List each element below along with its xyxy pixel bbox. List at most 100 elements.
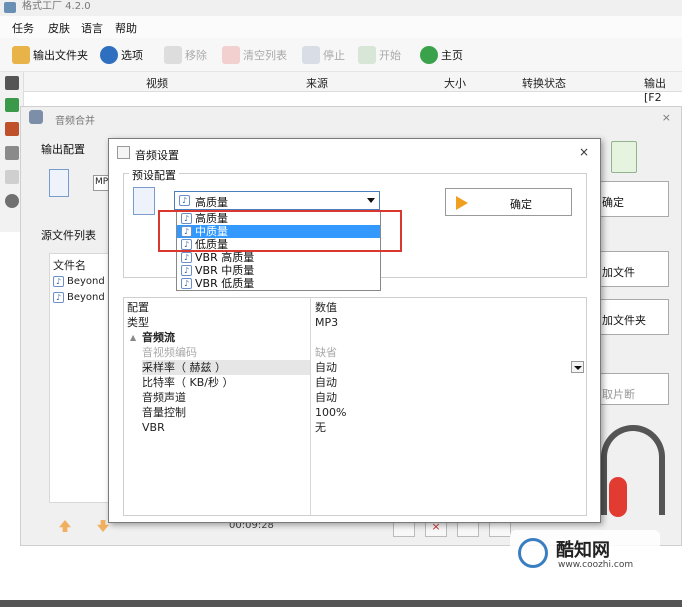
property-key: VBR — [142, 421, 165, 434]
home-button[interactable]: 主页 — [420, 44, 463, 66]
menu-help[interactable]: 帮助 — [115, 20, 137, 36]
dialog-ok-label: 确定 — [510, 198, 532, 211]
menu-task[interactable]: 任务 — [12, 20, 34, 36]
property-key: 音视频编码 — [142, 346, 197, 359]
options-button[interactable]: 选项 — [100, 44, 143, 66]
app-icon — [4, 2, 16, 13]
column-output[interactable]: 输出 [F2 — [644, 75, 682, 104]
window-title: 格式工厂 4.2.0 — [22, 1, 91, 12]
property-row-sample-rate[interactable]: 采样率（ 赫兹 ） 自动 — [124, 360, 586, 375]
music-file-icon: ♪ — [53, 276, 64, 287]
merge-ok-button[interactable]: 确定 — [593, 181, 669, 217]
close-icon[interactable]: × — [662, 111, 671, 124]
watermark-logo-icon — [518, 538, 548, 568]
menu-skin[interactable]: 皮肤 — [48, 20, 70, 36]
property-row-codec[interactable]: 音视频编码 缺省 — [124, 345, 586, 360]
options-label: 选项 — [121, 49, 143, 62]
dialog-ok-button[interactable]: 确定 — [445, 188, 572, 216]
tools-category-icon[interactable] — [5, 194, 19, 208]
remove-icon — [164, 46, 182, 64]
move-up-icon[interactable] — [59, 520, 71, 532]
menu-language[interactable]: 语言 — [81, 20, 103, 36]
preset-group-label: 预设配置 — [129, 167, 179, 183]
globe-icon — [420, 46, 438, 64]
preset-option-label: VBR 中质量 — [195, 263, 255, 277]
picture-category-icon[interactable] — [5, 122, 19, 136]
document-category-icon[interactable] — [5, 146, 19, 160]
remove-label: 移除 — [185, 49, 207, 62]
add-file-button[interactable]: 加文件 — [593, 251, 669, 287]
stop-button[interactable]: 停止 — [302, 44, 345, 66]
preset-option-label: VBR 高质量 — [195, 250, 255, 264]
category-label: 视频 — [146, 77, 168, 90]
preset-select[interactable]: ♪ 高质量 — [174, 191, 380, 210]
column-size[interactable]: 大小 — [444, 75, 466, 91]
add-folder-label: 加文件夹 — [602, 314, 646, 327]
audio-settings-dialog: 音频设置 × 预设配置 ♪ 高质量 ♪ 高质量 ♪ 中质量 ♪ 低质量 ♪ VB… — [108, 138, 601, 523]
grid-header-value: 数值 — [315, 301, 337, 314]
add-folder-button[interactable]: 加文件夹 — [593, 299, 669, 335]
stop-label: 停止 — [323, 49, 345, 62]
music-note-icon: ♪ — [181, 278, 192, 289]
start-button[interactable]: 开始 — [358, 44, 401, 66]
preset-option-vbr-low[interactable]: ♪ VBR 低质量 — [177, 277, 380, 290]
column-source[interactable]: 来源 — [306, 75, 328, 91]
merge-window-title: 音频合并 — [55, 116, 95, 127]
video-category-icon[interactable] — [5, 76, 19, 90]
property-key: 音量控制 — [142, 406, 186, 419]
property-value: 100% — [315, 406, 347, 419]
property-row-channels[interactable]: 音频声道 自动 — [124, 390, 586, 405]
output-folder-label: 输出文件夹 — [33, 49, 88, 62]
audio-category-icon[interactable] — [5, 98, 19, 112]
preset-option-label: VBR 低质量 — [195, 276, 255, 290]
list-item[interactable]: ♪ Beyond - — [53, 292, 112, 303]
property-value: 自动 — [315, 391, 337, 404]
preset-option-vbr-medium[interactable]: ♪ VBR 中质量 — [177, 264, 380, 277]
highlight-annotation-box — [158, 210, 402, 252]
list-item[interactable]: ♪ Beyond - — [53, 276, 112, 287]
collapse-icon[interactable]: ▲ — [130, 330, 136, 345]
chevron-down-icon[interactable] — [367, 198, 375, 203]
merge-ok-label: 确定 — [602, 196, 624, 209]
property-row-volume[interactable]: 音量控制 100% — [124, 405, 586, 420]
clear-list-button[interactable]: 清空列表 — [222, 44, 287, 66]
output-config-label: 输出配置 — [41, 143, 85, 156]
property-row-type[interactable]: 类型 MP3 — [124, 315, 586, 330]
remove-button[interactable]: 移除 — [164, 44, 207, 66]
property-row-vbr[interactable]: VBR 无 — [124, 420, 586, 435]
folder-icon — [12, 46, 30, 64]
property-row-bitrate[interactable]: 比特率（ KB/秒 ） 自动 — [124, 375, 586, 390]
merge-app-icon — [29, 110, 43, 124]
column-status[interactable]: 转换状态 — [522, 75, 566, 91]
property-key: 比特率（ KB/秒 ） — [142, 376, 234, 389]
home-label: 主页 — [441, 49, 463, 62]
audio-format-icon — [611, 141, 637, 173]
property-value: 自动 — [315, 361, 337, 374]
close-icon[interactable]: × — [579, 145, 589, 159]
music-note-icon: ♪ — [181, 252, 192, 263]
start-label: 开始 — [379, 49, 401, 62]
main-list-header: 视频 来源 大小 转换状态 输出 [F2 — [24, 72, 682, 104]
taskbar-strip — [0, 600, 682, 607]
file-name-header: 文件名 — [53, 259, 86, 272]
menu-bar: 任务 皮肤 语言 帮助 — [0, 16, 682, 38]
watermark-brand: 酷知网 — [556, 540, 610, 561]
rom-category-icon[interactable] — [5, 170, 19, 184]
window-title-bar: 格式工厂 4.2.0 — [0, 0, 682, 16]
output-folder-button[interactable]: 输出文件夹 — [12, 44, 88, 66]
grid-header-row: 配置 数值 — [124, 300, 586, 315]
property-key: 音频声道 — [142, 391, 186, 404]
add-file-label: 加文件 — [602, 266, 635, 279]
preset-select-value: 高质量 — [195, 196, 228, 209]
chevron-down-icon[interactable] — [571, 361, 584, 373]
clip-label: 取片断 — [602, 388, 635, 401]
grid-header-key: 配置 — [127, 301, 149, 314]
watermark-url: www.coozhi.com — [558, 560, 634, 570]
preset-option-vbr-high[interactable]: ♪ VBR 高质量 — [177, 251, 380, 264]
start-icon — [358, 46, 376, 64]
clip-button[interactable]: 取片断 — [593, 373, 669, 405]
section-label: 音频流 — [142, 331, 175, 344]
property-value: 无 — [315, 421, 326, 434]
property-section-audio-stream[interactable]: ▲ 音频流 — [124, 330, 586, 345]
arrow-right-icon — [456, 196, 468, 210]
